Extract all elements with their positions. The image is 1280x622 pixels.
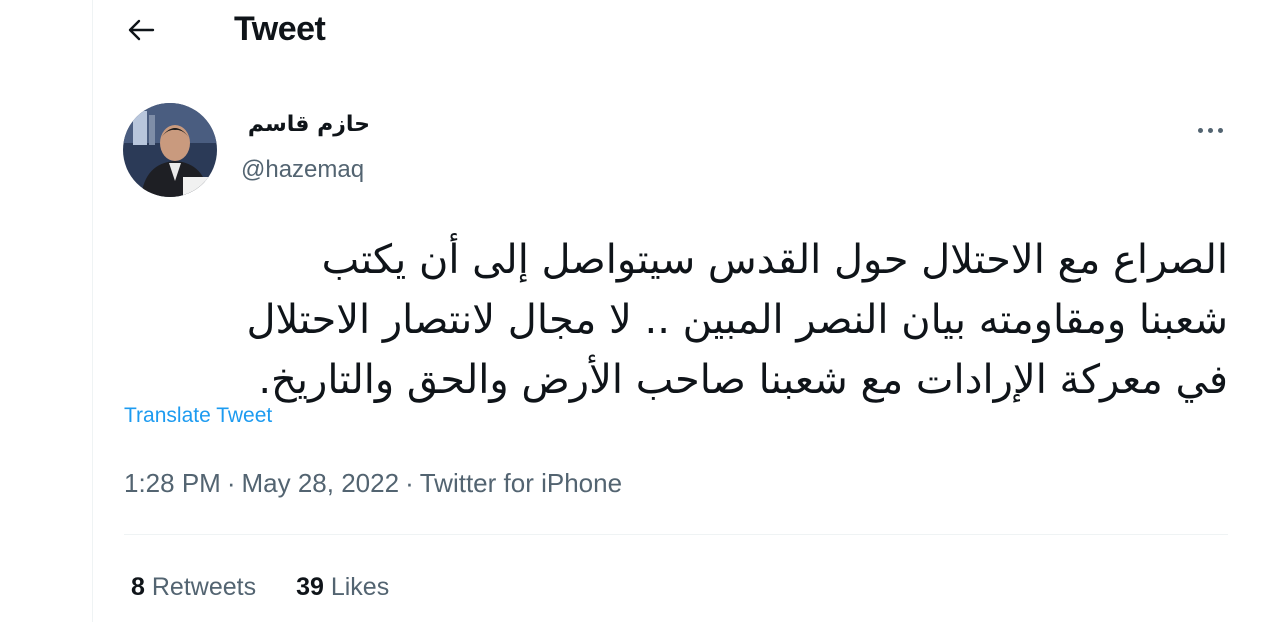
author-handle[interactable]: @hazemaq (241, 156, 364, 184)
tweet-metadata: 1:28 PM · May 28, 2022 · Twitter for iPhone (124, 468, 622, 499)
more-options-icon[interactable] (1192, 118, 1228, 142)
divider (124, 534, 1228, 535)
meta-separator: · (405, 468, 414, 498)
page-title: Tweet (234, 10, 326, 48)
tweet-date[interactable]: May 28, 2022 (242, 468, 400, 498)
avatar[interactable] (123, 103, 217, 197)
tweet-text-line: في معركة الإرادات مع شعبنا صاحب الأرض وا… (258, 357, 1228, 403)
retweets-count: 8 (131, 573, 145, 601)
author-display-name[interactable]: حازم قاسم (240, 112, 370, 137)
likes-count: 39 (296, 573, 324, 601)
meta-separator: · (226, 468, 236, 498)
likes-label: Likes (330, 573, 390, 601)
tweet-stats: 8 Retweets 39 Likes (131, 573, 389, 602)
tweet-source[interactable]: Twitter for iPhone (420, 468, 622, 498)
back-button[interactable] (123, 12, 159, 48)
tweet-page: Tweet حازم قاسم @hazemaq الصراع مع الاحت… (0, 0, 1280, 622)
header: Tweet (93, 0, 1280, 60)
column-border (92, 0, 93, 622)
more-dot (1217, 127, 1223, 133)
more-dot (1197, 127, 1203, 133)
retweets-label: Retweets (151, 573, 257, 601)
avatar-image (123, 103, 217, 197)
tweet-time[interactable]: 1:28 PM (124, 468, 221, 498)
tweet-text: الصراع مع الاحتلال حول القدس سيتواصل إلى… (124, 230, 1228, 410)
tweet-text-line: الصراع مع الاحتلال حول القدس سيتواصل إلى… (321, 237, 1228, 283)
translate-tweet-link[interactable]: Translate Tweet (124, 404, 272, 428)
arrow-left-icon (128, 19, 155, 41)
retweets-stat[interactable]: 8 Retweets (131, 573, 256, 602)
more-dot (1207, 127, 1213, 133)
tweet-text-line: شعبنا ومقاومته بيان النصر المبين .. لا م… (246, 297, 1228, 343)
likes-stat[interactable]: 39 Likes (296, 573, 389, 602)
